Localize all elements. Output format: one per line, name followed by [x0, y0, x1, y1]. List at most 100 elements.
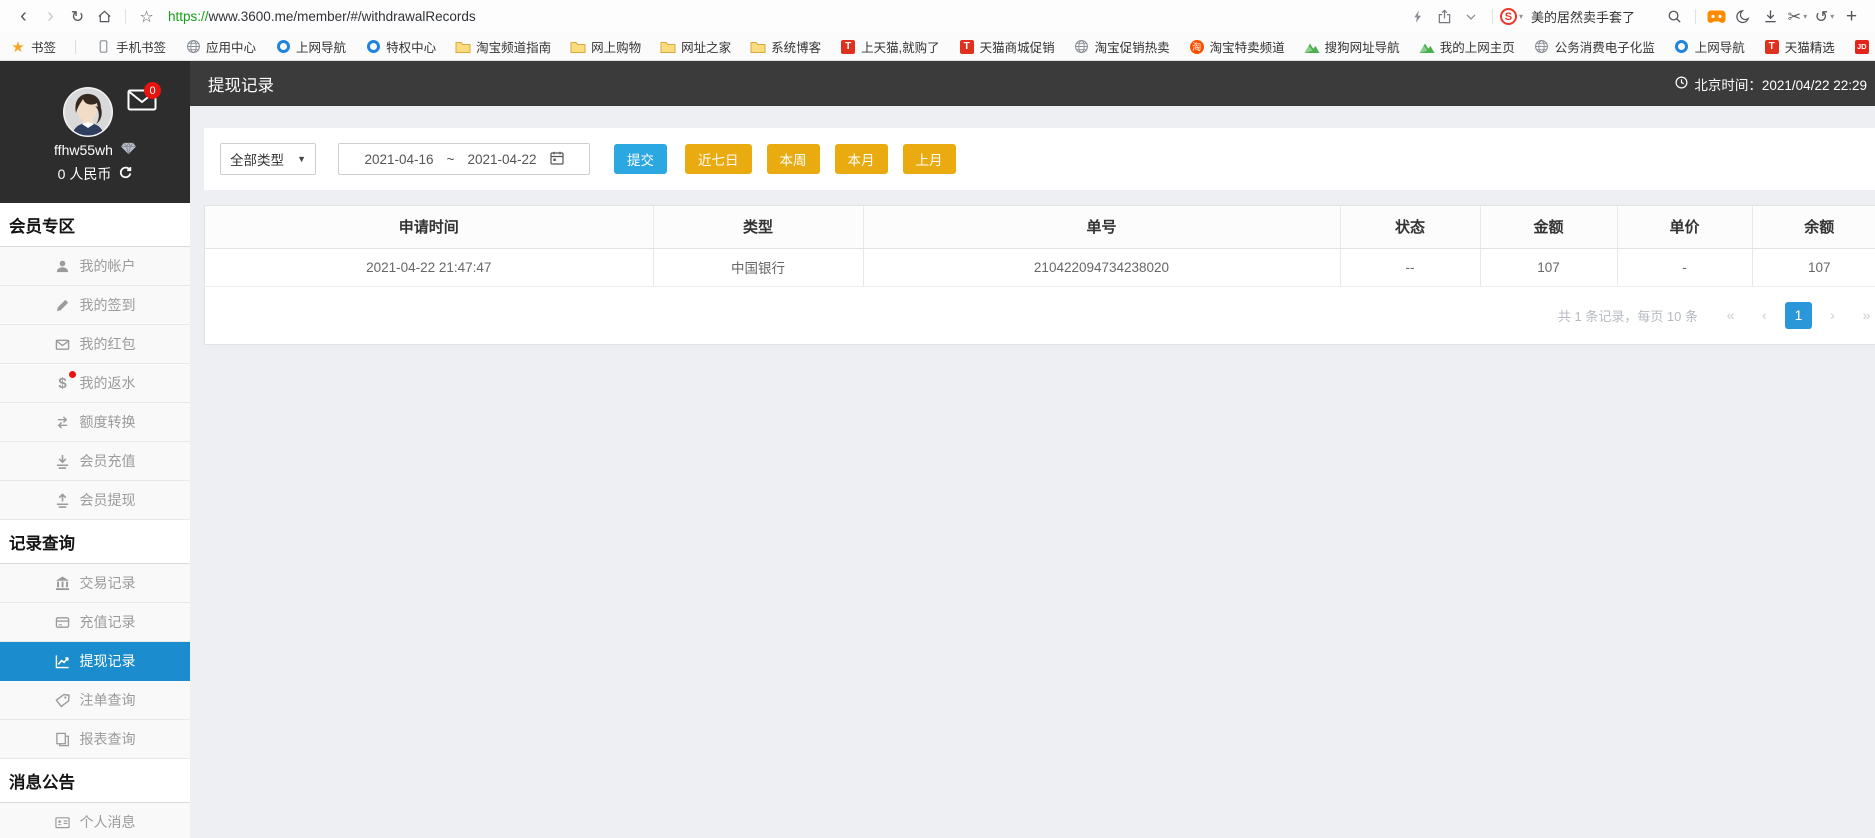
sidebar-item-label: 充值记录: [79, 614, 136, 630]
tag-icon: [55, 692, 71, 708]
url-path: www.3600.me/member/#/withdrawalRecords: [208, 9, 476, 24]
refresh-icon[interactable]: ↻: [64, 4, 91, 30]
phone-icon: [95, 39, 111, 54]
extension-logo-icon[interactable]: S ▾: [1499, 4, 1523, 30]
bookmarks-divider: [75, 39, 77, 54]
table-cell: 2021-04-22 21:47:47: [205, 248, 653, 287]
quick-range-button[interactable]: 上月: [902, 144, 956, 174]
date-range-input[interactable]: 2021-04-16 ~ 2021-04-22: [338, 143, 590, 175]
calendar-icon: [549, 151, 564, 168]
type-select[interactable]: 全部类型 ▼: [220, 143, 316, 175]
q-icon: [1674, 39, 1690, 54]
bookmark-item[interactable]: 淘宝促销热卖: [1074, 37, 1170, 56]
q-icon: [275, 39, 291, 54]
bookmark-item[interactable]: 公务消费电子化监: [1534, 37, 1655, 56]
plus-icon[interactable]: +: [1838, 4, 1865, 30]
column-header: 类型: [652, 206, 863, 249]
bookmarks-bar: ★ 书签 手机书签 应用中心 上网导航 特权中心 淘宝频道指南 网上购物 网址之家 系统博客 T 上天…: [0, 33, 1875, 61]
balance-text: 0 人民币: [57, 166, 112, 182]
submit-button[interactable]: 提交: [614, 144, 667, 174]
back-icon[interactable]: ‹: [10, 4, 37, 30]
sidebar-item-label: 报表查询: [79, 731, 136, 747]
bookmark-item[interactable]: 上网导航: [1674, 37, 1745, 56]
bookmark-label: 淘宝频道指南: [476, 41, 552, 55]
home-icon[interactable]: [91, 4, 118, 30]
bank-icon: [55, 575, 71, 591]
mail-icon[interactable]: 0: [127, 82, 161, 111]
bookmark-item[interactable]: T 上天猫,就购了: [840, 37, 940, 56]
bookmark-item[interactable]: 系统博客: [750, 37, 821, 56]
bookmark-item[interactable]: 淘宝频道指南: [455, 37, 551, 56]
sidebar-item[interactable]: 额度转换: [0, 403, 190, 442]
gamepad-icon[interactable]: [1703, 4, 1730, 30]
sidebar-item[interactable]: 充值记录: [0, 603, 190, 642]
refresh-balance-icon[interactable]: [119, 166, 132, 182]
forward-icon[interactable]: ›: [37, 4, 64, 30]
quick-range-button[interactable]: 本周: [766, 144, 820, 174]
bookmark-item[interactable]: 上网导航: [275, 37, 346, 56]
filter-bar: 全部类型 ▼ 2021-04-16 ~ 2021-04-22 提交 近七日 本周…: [204, 128, 1875, 190]
sidebar-item-label: 我的签到: [79, 297, 136, 313]
dollar-icon: $: [55, 371, 76, 392]
extension-label[interactable]: 美的居然卖手套了: [1531, 7, 1635, 26]
bookmark-item[interactable]: 应用中心: [185, 37, 256, 56]
sidebar-item[interactable]: 会员提现: [0, 481, 190, 520]
bookmark-star-icon[interactable]: ☆: [133, 4, 160, 30]
bookmark-item[interactable]: T 天猫精选: [1764, 37, 1835, 56]
bookmark-item[interactable]: ★ 书签: [10, 37, 56, 56]
bookmark-item[interactable]: JD京东商城: [1854, 37, 1875, 56]
quick-range-button[interactable]: 近七日: [685, 144, 752, 174]
sogou-icon: [1304, 39, 1320, 54]
quick-range-button[interactable]: 本月: [834, 144, 888, 174]
sidebar-item[interactable]: 交易记录: [0, 564, 190, 603]
sidebar-item[interactable]: 报表查询: [0, 720, 190, 759]
lightning-icon[interactable]: [1404, 4, 1431, 30]
bookmark-label: 淘宝促销热卖: [1094, 41, 1170, 55]
bookmark-item[interactable]: 网址之家: [660, 37, 731, 56]
bookmark-label: 应用中心: [206, 41, 257, 55]
bookmark-item[interactable]: 淘淘宝特卖频道: [1189, 37, 1285, 56]
toolbar-divider: [1491, 9, 1493, 24]
mail-badge: 0: [144, 82, 161, 99]
sidebar-item[interactable]: 我的签到: [0, 286, 190, 325]
browser-toolbar: ‹ › ↻ ☆ https://www.3600.me/member/#/withd…: [0, 0, 1875, 33]
bookmark-item[interactable]: 我的上网主页: [1419, 37, 1515, 56]
avatar[interactable]: [62, 86, 114, 138]
sidebar-item[interactable]: 提现记录: [0, 642, 190, 681]
pagination-last[interactable]: »: [1853, 302, 1875, 329]
envelope-icon: [55, 336, 71, 352]
pagination-page[interactable]: 1: [1785, 301, 1812, 329]
sidebar-item[interactable]: 会员充值: [0, 442, 190, 481]
share-icon[interactable]: [1431, 4, 1458, 30]
download-icon[interactable]: [1757, 4, 1784, 30]
q-icon: [365, 39, 381, 54]
sidebar-item[interactable]: 我的红包: [0, 325, 190, 364]
bookmark-item[interactable]: 特权中心: [365, 37, 436, 56]
scissors-icon[interactable]: ✂ ▾: [1784, 4, 1811, 30]
bookmark-item[interactable]: 搜狗网址导航: [1304, 37, 1400, 56]
sidebar-item[interactable]: 我的帐户: [0, 247, 190, 286]
sidebar-item[interactable]: $ 我的返水: [0, 364, 190, 403]
search-icon[interactable]: [1661, 4, 1688, 30]
idcard-icon: [55, 814, 71, 830]
content: 全部类型 ▼ 2021-04-16 ~ 2021-04-22 提交 近七日 本周…: [190, 106, 1875, 838]
pagination-prev[interactable]: ‹: [1751, 302, 1778, 329]
bookmark-item[interactable]: 网上购物: [570, 37, 641, 56]
table-row: 2021-04-22 21:47:47 中国银行 21042209473423802…: [205, 248, 1875, 287]
pagination-first[interactable]: «: [1717, 302, 1744, 329]
chevron-down-icon[interactable]: [1458, 4, 1485, 30]
bookmark-item[interactable]: 手机书签: [95, 37, 166, 56]
bookmark-item[interactable]: T 天猫商城促销: [959, 37, 1055, 56]
undo-icon[interactable]: ↺ ▾: [1811, 4, 1838, 30]
deposit-icon: [55, 453, 71, 469]
address-bar[interactable]: https://www.3600.me/member/#/withdrawalR…: [168, 9, 476, 24]
pagination-next[interactable]: ›: [1819, 302, 1846, 329]
pencil-icon: [55, 297, 71, 313]
sidebar-item[interactable]: 注单查询: [0, 681, 190, 720]
sidebar-item-label: 额度转换: [79, 414, 136, 430]
tmall-icon: T: [1764, 39, 1780, 54]
column-header: 金额: [1479, 206, 1617, 249]
tmall-icon: T: [959, 39, 975, 54]
moon-icon[interactable]: [1730, 4, 1757, 30]
sidebar-item[interactable]: 个人消息: [0, 803, 190, 838]
